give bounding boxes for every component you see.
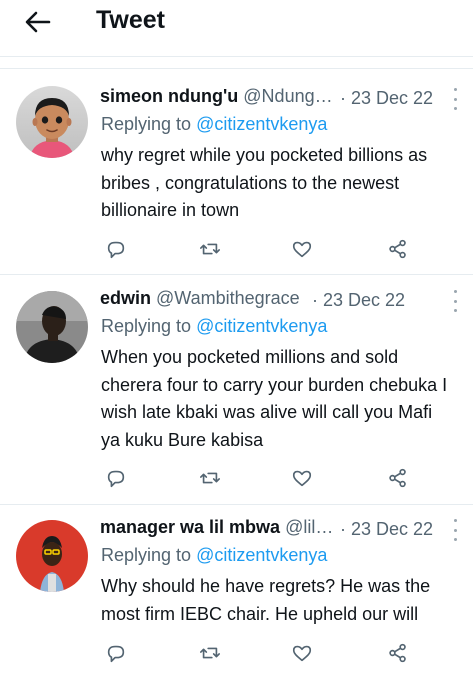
replying-to: Replying to @citizentvkenya: [101, 114, 327, 135]
reply-bubble-icon: [107, 241, 125, 259]
reply-bubble-icon: [107, 645, 125, 663]
tweet-card[interactable]: manager wa lil mbwa @lil… · 23 Dec 22 Re…: [0, 517, 473, 680]
reply-button[interactable]: [102, 235, 130, 263]
username[interactable]: @lil…: [285, 517, 333, 538]
tweet-text: When you pocketed millions and sold cher…: [101, 347, 448, 450]
cartoon-avatar-image: [16, 520, 88, 592]
tweet-card[interactable]: edwin @Wambithegrace · 23 Dec 22 Replyin…: [0, 288, 473, 504]
retweet-icon: [200, 243, 220, 255]
tweet-header: simeon ndung'u @Ndung…: [100, 86, 343, 114]
header-divider: [0, 56, 473, 57]
back-button[interactable]: [22, 8, 54, 36]
top-bar: Tweet: [0, 0, 473, 56]
tweet-text: why regret while you pocketed billions a…: [101, 145, 428, 220]
tweet-date[interactable]: · 23 Dec 22: [340, 88, 433, 109]
avatar[interactable]: [16, 291, 88, 363]
display-name[interactable]: edwin: [100, 288, 151, 309]
reply-bubble-icon: [107, 470, 125, 488]
more-vertical-icon[interactable]: [451, 88, 459, 110]
retweet-button[interactable]: [196, 235, 224, 263]
heart-icon: [292, 241, 312, 258]
tweet-text: Why should he have regrets? He was the m…: [101, 576, 431, 624]
page-title: Tweet: [96, 6, 165, 34]
tweet-card[interactable]: simeon ndung'u @Ndung… · 23 Dec 22 Reply…: [0, 86, 473, 274]
cartoon-avatar-image: [16, 86, 88, 158]
heart-icon: [292, 645, 312, 662]
replying-prefix: Replying to: [101, 545, 192, 565]
retweet-button[interactable]: [196, 639, 224, 667]
more-vertical-icon[interactable]: [451, 290, 459, 312]
retweet-icon: [200, 472, 220, 484]
tweet-divider: [0, 274, 473, 275]
tweet-date[interactable]: · 23 Dec 22: [312, 290, 405, 311]
display-name[interactable]: manager wa lil mbwa: [100, 517, 280, 538]
tweet-divider: [0, 504, 473, 505]
like-button[interactable]: [288, 464, 316, 492]
replying-to: Replying to @citizentvkenya: [101, 316, 327, 337]
display-name[interactable]: simeon ndung'u: [100, 86, 238, 107]
avatar[interactable]: [16, 520, 88, 592]
photo-avatar-image: [16, 291, 88, 363]
replying-prefix: Replying to: [101, 316, 192, 336]
username[interactable]: @Wambithegrace: [156, 288, 300, 309]
tweet-date[interactable]: · 23 Dec 22: [340, 519, 433, 540]
like-button[interactable]: [288, 235, 316, 263]
share-icon: [389, 468, 406, 488]
tweet-actions: [100, 639, 430, 667]
avatar[interactable]: [16, 86, 88, 158]
arrow-left-icon: [25, 11, 51, 33]
like-button[interactable]: [288, 639, 316, 667]
tweet-actions: [100, 464, 430, 492]
mention-link[interactable]: @citizentvkenya: [196, 545, 327, 565]
tweet-header: manager wa lil mbwa @lil…: [100, 517, 343, 545]
replying-to: Replying to @citizentvkenya: [101, 545, 327, 566]
share-icon: [389, 643, 406, 663]
share-button[interactable]: [384, 235, 412, 263]
reply-button[interactable]: [102, 639, 130, 667]
username[interactable]: @Ndung…: [243, 86, 332, 107]
retweet-button[interactable]: [196, 464, 224, 492]
heart-icon: [292, 470, 312, 487]
tweet-actions: [100, 235, 430, 263]
mention-link[interactable]: @citizentvkenya: [196, 316, 327, 336]
more-vertical-icon[interactable]: [451, 519, 459, 541]
reply-button[interactable]: [102, 464, 130, 492]
retweet-icon: [200, 647, 220, 659]
share-button[interactable]: [384, 639, 412, 667]
mention-link[interactable]: @citizentvkenya: [196, 114, 327, 134]
share-button[interactable]: [384, 464, 412, 492]
thread-divider: [0, 68, 473, 69]
replying-prefix: Replying to: [101, 114, 192, 134]
share-icon: [389, 239, 406, 259]
tweet-header: edwin @Wambithegrace: [100, 288, 323, 316]
